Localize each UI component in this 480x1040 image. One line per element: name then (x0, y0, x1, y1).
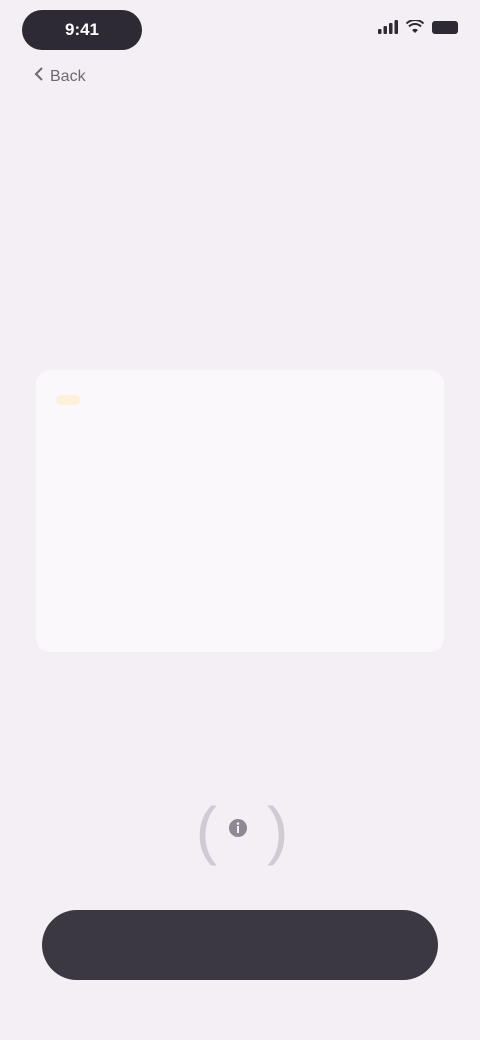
help-link[interactable]: ( ) (128, 788, 356, 872)
back-button[interactable]: Back (34, 66, 86, 87)
info-card (36, 370, 444, 652)
chevron-left-icon (34, 66, 44, 87)
left-brace-decoration: ( (195, 794, 217, 866)
help-icon (227, 817, 249, 844)
battery-icon (432, 20, 458, 34)
screen: 9:41 Back () (0, 0, 480, 1040)
signal-icon (378, 20, 398, 34)
primary-button[interactable] (42, 910, 438, 980)
status-bar: 9:41 (22, 10, 458, 52)
right-brace-decoration: ) (267, 794, 289, 866)
help-inner (227, 817, 257, 844)
status-time: 9:41 (22, 10, 142, 50)
back-label: Back (50, 67, 86, 85)
status-icons (378, 19, 458, 34)
info-card-tag (56, 395, 80, 405)
wifi-icon (405, 19, 425, 34)
